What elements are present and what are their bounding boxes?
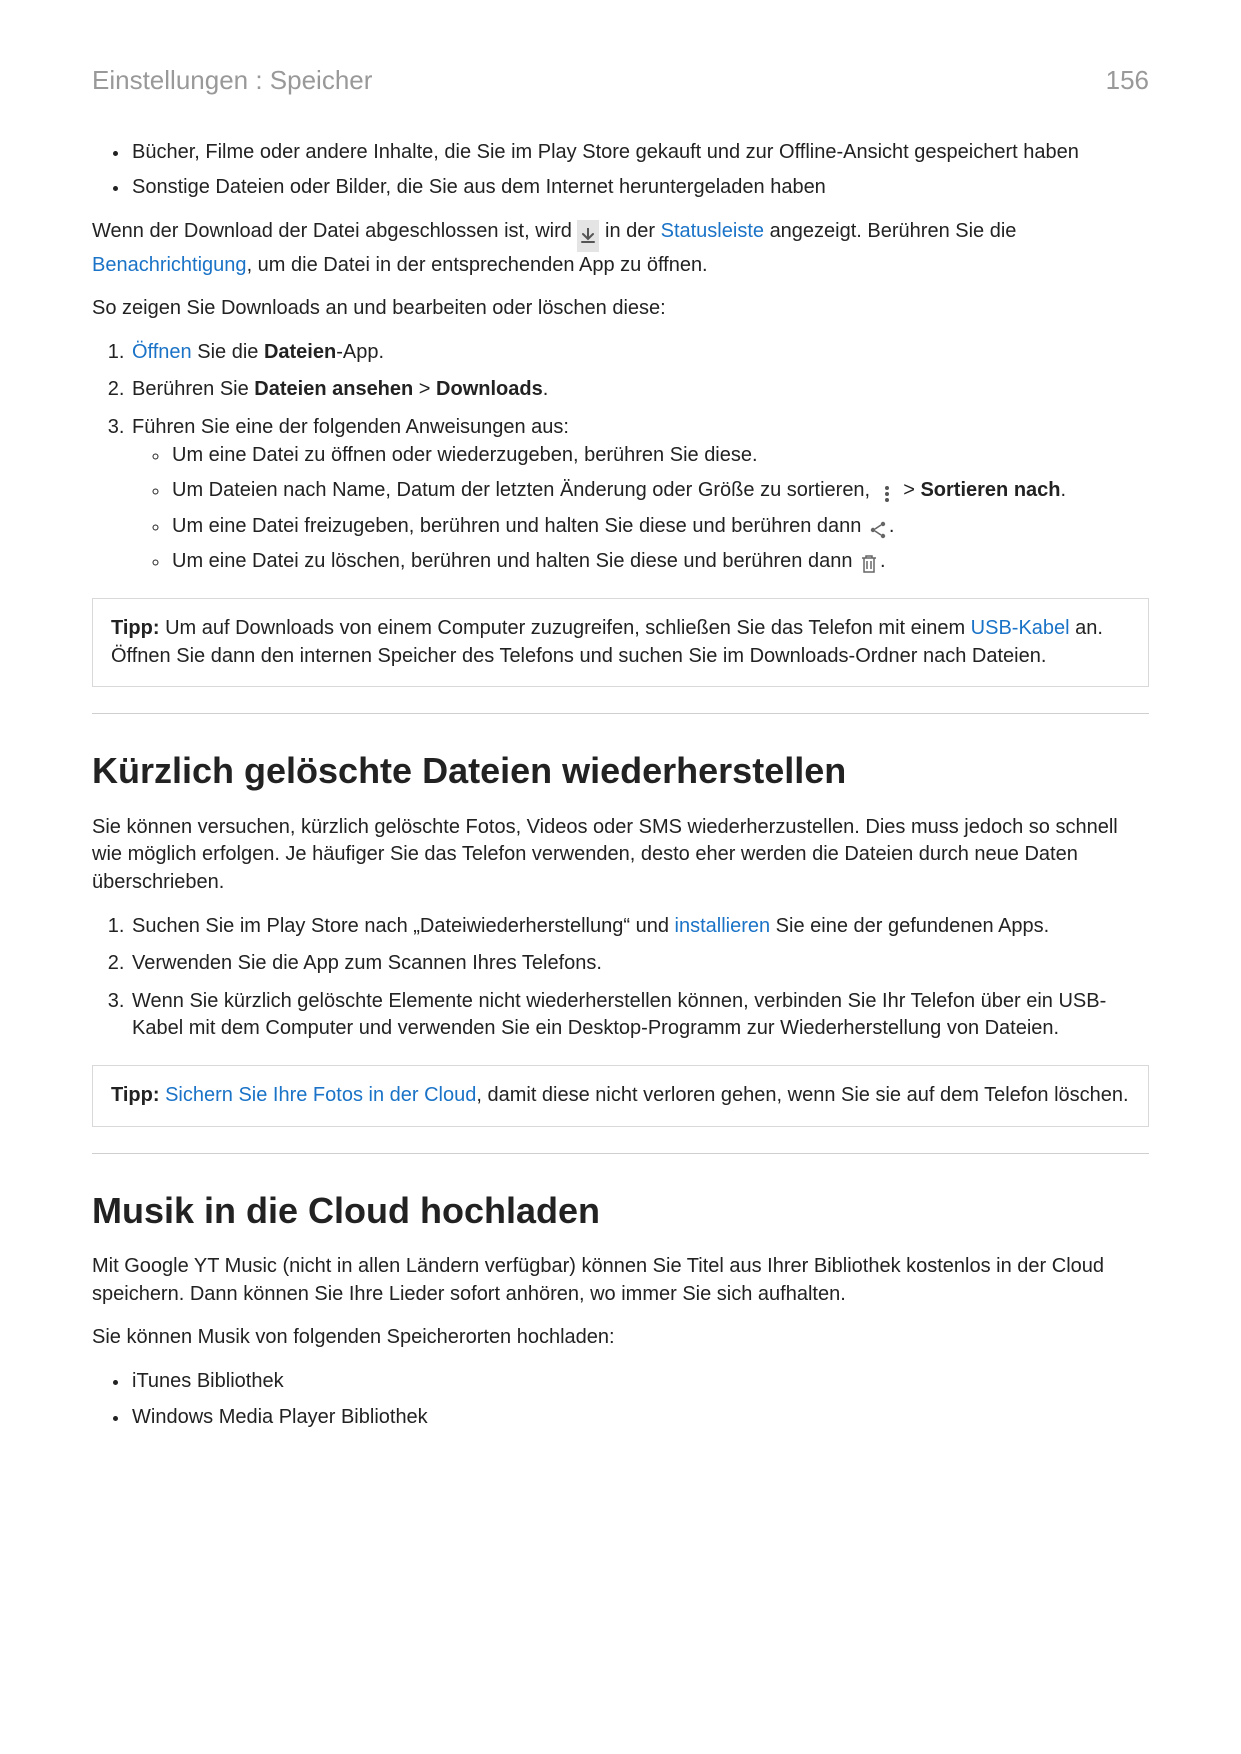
open-link[interactable]: Öffnen [132,341,192,363]
list-item: Führen Sie eine der folgenden Anweisunge… [130,414,1149,576]
paragraph: Wenn der Download der Datei abgeschlosse… [92,218,1149,279]
list-item: Öffnen Sie die Dateien-App. [130,339,1149,367]
list-item: Suchen Sie im Play Store nach „Dateiwied… [130,913,1149,941]
list-item: Verwenden Sie die App zum Scannen Ihres … [130,950,1149,978]
list-item: Wenn Sie kürzlich gelöschte Elemente nic… [130,988,1149,1043]
intro-bullet-list: Bücher, Filme oder andere Inhalte, die S… [92,139,1149,202]
install-link[interactable]: installieren [675,915,771,937]
download-icon [577,220,599,252]
page-header: Einstellungen : Speicher 156 [92,63,1149,99]
tip-box: Tipp: Sichern Sie Ihre Fotos in der Clou… [92,1065,1149,1127]
substeps-list: Um eine Datei zu öffnen oder wiederzugeb… [132,442,1149,576]
more-vert-icon [876,481,898,503]
list-item: Berühren Sie Dateien ansehen > Downloads… [130,376,1149,404]
page-number: 156 [1106,63,1149,99]
paragraph: Sie können Musik von folgenden Speichero… [92,1324,1149,1352]
trash-icon [858,552,880,574]
breadcrumb: Einstellungen : Speicher [92,63,372,99]
paragraph: Sie können versuchen, kürzlich gelöschte… [92,814,1149,897]
download-steps: Öffnen Sie die Dateien-App. Berühren Sie… [92,339,1149,576]
recover-steps: Suchen Sie im Play Store nach „Dateiwied… [92,913,1149,1043]
section-title-recover: Kürzlich gelöschte Dateien wiederherstel… [92,746,1149,796]
paragraph: So zeigen Sie Downloads an und bearbeite… [92,295,1149,323]
notification-link[interactable]: Benachrichtigung [92,254,247,276]
divider [92,713,1149,714]
backup-photos-link[interactable]: Sichern Sie Ihre Fotos in der Cloud [165,1084,476,1106]
list-item: iTunes Bibliothek [130,1368,1149,1396]
list-item: Um eine Datei zu öffnen oder wiederzugeb… [170,442,1149,470]
list-item: Um Dateien nach Name, Datum der letzten … [170,477,1149,505]
tip-box: Tipp: Um auf Downloads von einem Compute… [92,598,1149,687]
list-item: Um eine Datei freizugeben, berühren und … [170,513,1149,541]
share-icon [867,517,889,539]
usb-cable-link[interactable]: USB-Kabel [971,617,1070,639]
section-title-music: Musik in die Cloud hochladen [92,1186,1149,1236]
divider [92,1153,1149,1154]
list-item: Sonstige Dateien oder Bilder, die Sie au… [130,174,1149,202]
paragraph: Mit Google YT Music (nicht in allen Länd… [92,1253,1149,1308]
list-item: Bücher, Filme oder andere Inhalte, die S… [130,139,1149,167]
music-sources-list: iTunes Bibliothek Windows Media Player B… [92,1368,1149,1431]
statusbar-link[interactable]: Statusleiste [661,220,764,242]
list-item: Windows Media Player Bibliothek [130,1404,1149,1432]
list-item: Um eine Datei zu löschen, berühren und h… [170,548,1149,576]
